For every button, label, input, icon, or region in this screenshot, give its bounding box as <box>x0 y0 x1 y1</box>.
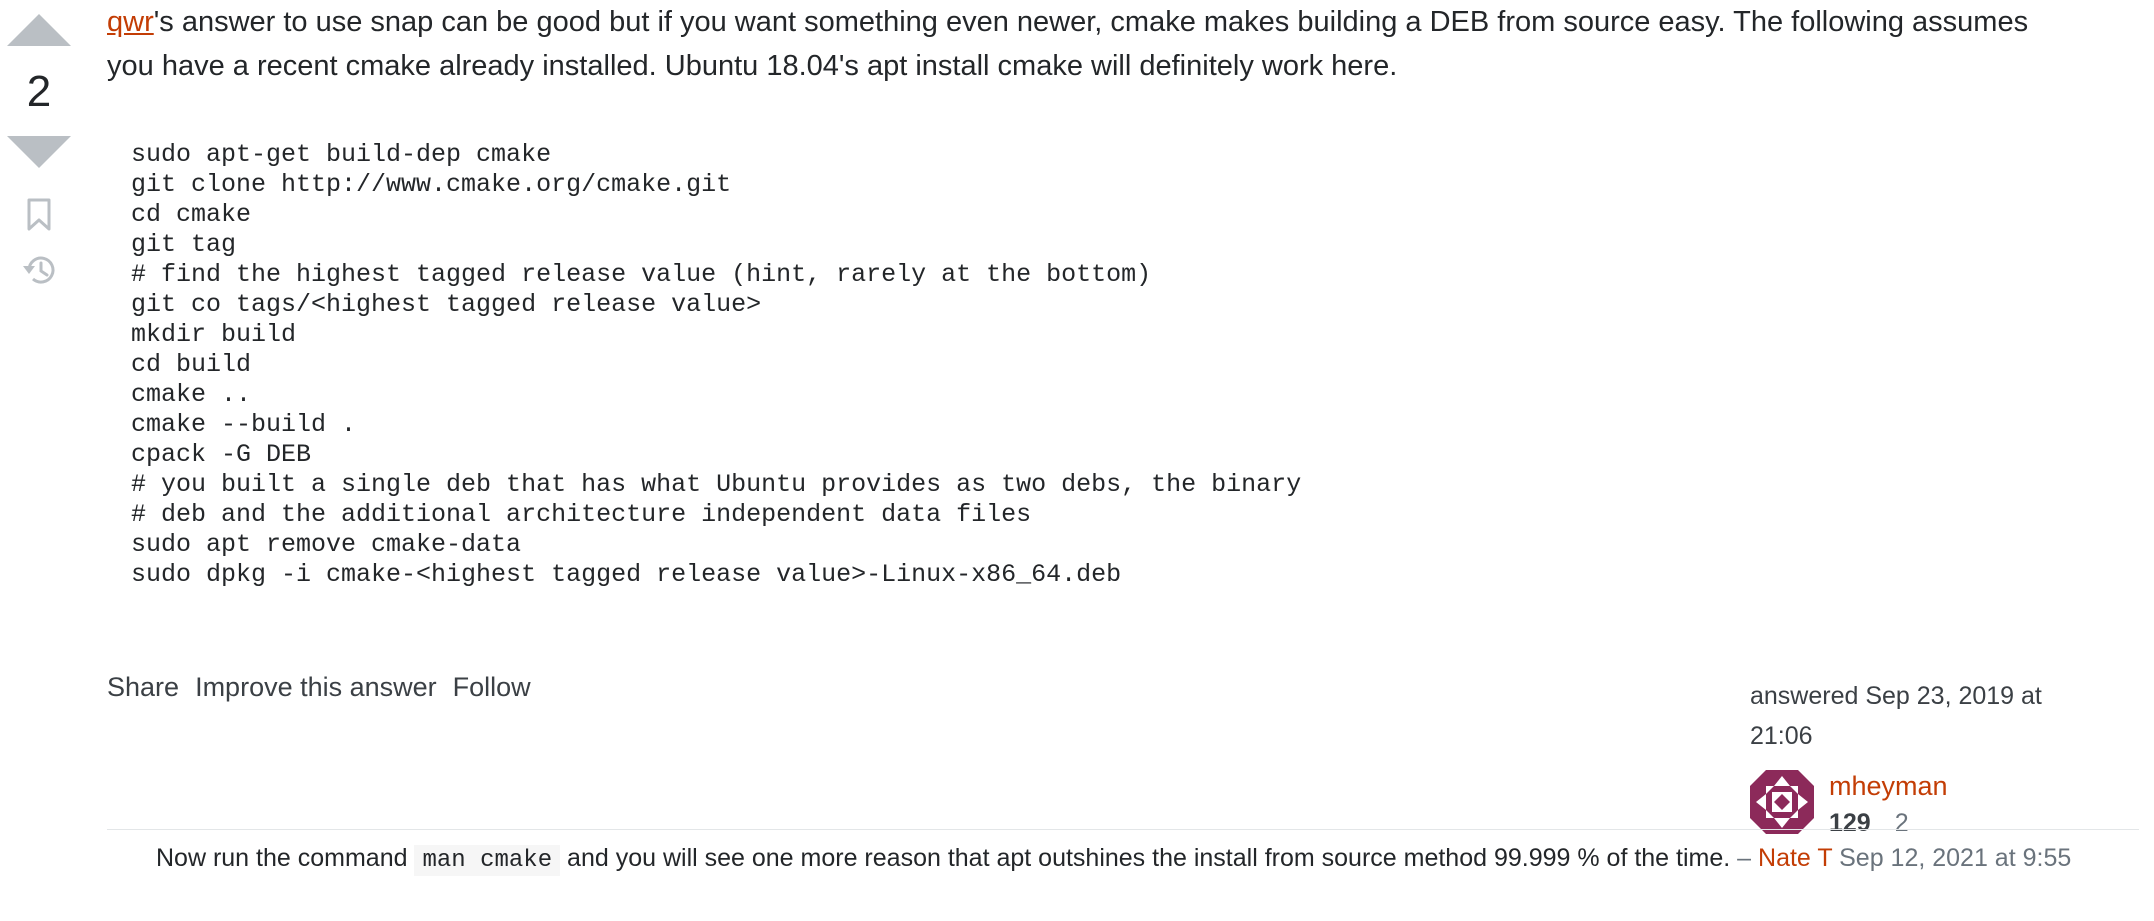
answer-post: qwr's answer to use snap can be good but… <box>107 0 2147 702</box>
reputation-score: 129 <box>1829 809 1871 837</box>
comment-divider <box>107 829 2139 830</box>
reputation-row: 129 2 <box>1829 806 1948 840</box>
avatar[interactable] <box>1750 770 1814 834</box>
upvote-button[interactable] <box>7 14 71 46</box>
vote-column: 2 <box>0 0 78 288</box>
answer-line-1: qwr's answer to use snap can be good but… <box>107 0 2147 44</box>
follow-link[interactable]: Follow <box>453 672 531 703</box>
comment-date: Sep 12, 2021 at 9:55 <box>1839 844 2072 872</box>
comment-user-link[interactable]: Nate T <box>1758 844 1832 872</box>
user-link-qwr[interactable]: qwr <box>107 6 154 38</box>
user-name[interactable]: mheyman <box>1829 770 1948 802</box>
comment-separator: – <box>1737 844 1752 872</box>
answered-timestamp: answered Sep 23, 2019 at 21:06 <box>1750 682 2042 750</box>
comment: Now run the command man cmake and you wi… <box>156 840 2106 879</box>
answer-line-1-text: 's answer to use snap can be good but if… <box>153 6 2029 38</box>
downvote-button[interactable] <box>7 136 71 168</box>
post-actions: Share Improve this answer Follow <box>107 672 531 703</box>
answer-body: qwr's answer to use snap can be good but… <box>107 0 2147 88</box>
vote-count: 2 <box>26 67 52 116</box>
user-card: answered Sep 23, 2019 at 21:06 mheyman 1… <box>1750 676 2110 840</box>
bookmark-icon[interactable] <box>26 198 52 232</box>
improve-answer-link[interactable]: Improve this answer <box>195 672 437 703</box>
answer-line-2: you have a recent cmake already installe… <box>107 50 1398 82</box>
bronze-badge-count: 2 <box>1894 809 1909 837</box>
comment-text-after: and you will see one more reason that ap… <box>567 844 1731 872</box>
history-icon[interactable] <box>20 252 58 288</box>
share-link[interactable]: Share <box>107 672 179 703</box>
comment-code: man cmake <box>414 845 561 876</box>
code-block: sudo apt-get build-dep cmake git clone h… <box>131 140 1302 589</box>
comment-text-before: Now run the command <box>156 844 408 872</box>
